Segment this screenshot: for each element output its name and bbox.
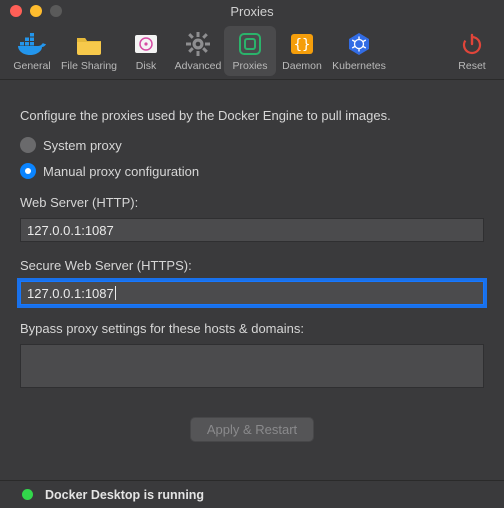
tab-label: Disk <box>136 60 156 72</box>
whale-icon <box>16 30 48 58</box>
tab-daemon[interactable]: {} Daemon <box>276 26 328 76</box>
window-title: Proxies <box>0 4 504 19</box>
tab-label: Advanced <box>175 60 222 72</box>
radio-indicator <box>20 137 36 153</box>
bypass-label: Bypass proxy settings for these hosts & … <box>20 321 484 336</box>
tab-kubernetes[interactable]: Kubernetes <box>328 26 390 76</box>
tab-file-sharing[interactable]: File Sharing <box>58 26 120 76</box>
radio-system-proxy[interactable]: System proxy <box>20 137 484 153</box>
bypass-input[interactable] <box>20 344 484 388</box>
status-bar: Docker Desktop is running <box>0 480 504 508</box>
radio-label: System proxy <box>43 138 122 153</box>
content-pane: Configure the proxies used by the Docker… <box>0 80 504 442</box>
proxy-icon <box>237 30 263 58</box>
reset-label: Reset <box>458 60 485 72</box>
toolbar-tabs: General File Sharing Disk <box>6 26 390 76</box>
disk-icon <box>133 30 159 58</box>
gear-icon <box>185 30 211 58</box>
radio-indicator <box>20 163 36 179</box>
power-icon <box>460 30 484 58</box>
tab-label: Kubernetes <box>332 60 386 72</box>
status-indicator-icon <box>22 489 33 500</box>
zoom-window-button[interactable] <box>50 5 62 17</box>
titlebar: Proxies <box>0 0 504 22</box>
minimize-window-button[interactable] <box>30 5 42 17</box>
tab-advanced[interactable]: Advanced <box>172 26 224 76</box>
tab-label: File Sharing <box>61 60 117 72</box>
reset-button[interactable]: Reset <box>446 26 498 76</box>
apply-row: Apply & Restart <box>20 417 484 442</box>
kubernetes-icon <box>346 30 372 58</box>
https-input[interactable]: 127.0.0.1:1087 <box>20 281 484 305</box>
close-window-button[interactable] <box>10 5 22 17</box>
tab-proxies[interactable]: Proxies <box>224 26 276 76</box>
status-text: Docker Desktop is running <box>45 488 204 502</box>
http-input[interactable] <box>20 218 484 242</box>
tab-label: General <box>13 60 50 72</box>
description-text: Configure the proxies used by the Docker… <box>20 108 484 123</box>
svg-text:{}: {} <box>294 37 311 53</box>
braces-icon: {} <box>289 30 315 58</box>
window-controls <box>0 5 62 17</box>
https-label: Secure Web Server (HTTPS): <box>20 258 484 273</box>
tab-disk[interactable]: Disk <box>120 26 172 76</box>
tab-label: Daemon <box>282 60 322 72</box>
toolbar: General File Sharing Disk <box>0 22 504 80</box>
http-label: Web Server (HTTP): <box>20 195 484 210</box>
tab-label: Proxies <box>232 60 267 72</box>
folder-icon <box>75 30 103 58</box>
text-caret <box>115 286 116 300</box>
radio-label: Manual proxy configuration <box>43 164 199 179</box>
https-input-value: 127.0.0.1:1087 <box>27 286 114 301</box>
tab-general[interactable]: General <box>6 26 58 76</box>
apply-restart-button[interactable]: Apply & Restart <box>190 417 314 442</box>
radio-manual-proxy[interactable]: Manual proxy configuration <box>20 163 484 179</box>
